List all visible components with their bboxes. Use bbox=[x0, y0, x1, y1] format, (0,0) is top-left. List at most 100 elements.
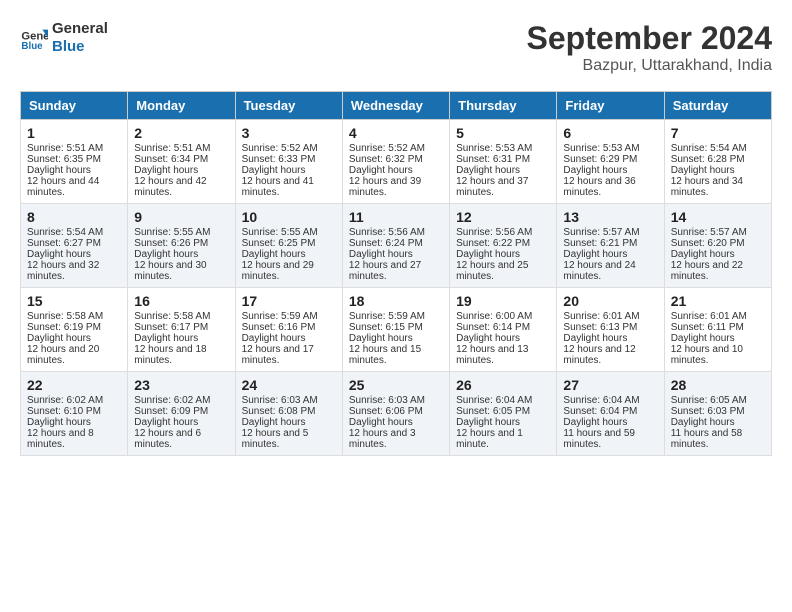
daylight-text: Daylight hours bbox=[134, 165, 198, 176]
day-sunset: Sunset: 6:35 PM bbox=[27, 154, 101, 165]
header-monday: Monday bbox=[128, 92, 235, 120]
calendar-week-row: 15 Sunrise: 5:58 AM Sunset: 6:19 PM Dayl… bbox=[21, 288, 772, 372]
day-sunrise: Sunrise: 6:05 AM bbox=[671, 395, 747, 406]
daylight-duration: 12 hours and 10 minutes. bbox=[671, 344, 743, 366]
day-sunset: Sunset: 6:11 PM bbox=[671, 322, 744, 333]
calendar-day-6: 6 Sunrise: 5:53 AM Sunset: 6:29 PM Dayli… bbox=[557, 120, 664, 204]
day-number: 6 bbox=[563, 125, 657, 141]
calendar-day-26: 26 Sunrise: 6:04 AM Sunset: 6:05 PM Dayl… bbox=[450, 372, 557, 456]
calendar-day-22: 22 Sunrise: 6:02 AM Sunset: 6:10 PM Dayl… bbox=[21, 372, 128, 456]
daylight-text: Daylight hours bbox=[671, 333, 735, 344]
header-sunday: Sunday bbox=[21, 92, 128, 120]
calendar-week-row: 1 Sunrise: 5:51 AM Sunset: 6:35 PM Dayli… bbox=[21, 120, 772, 204]
daylight-duration: 12 hours and 15 minutes. bbox=[349, 344, 421, 366]
day-number: 28 bbox=[671, 377, 765, 393]
daylight-duration: 12 hours and 18 minutes. bbox=[134, 344, 206, 366]
day-sunset: Sunset: 6:34 PM bbox=[134, 154, 208, 165]
day-sunset: Sunset: 6:22 PM bbox=[456, 238, 530, 249]
calendar-day-23: 23 Sunrise: 6:02 AM Sunset: 6:09 PM Dayl… bbox=[128, 372, 235, 456]
daylight-text: Daylight hours bbox=[349, 417, 413, 428]
calendar-day-15: 15 Sunrise: 5:58 AM Sunset: 6:19 PM Dayl… bbox=[21, 288, 128, 372]
day-number: 21 bbox=[671, 293, 765, 309]
day-sunset: Sunset: 6:05 PM bbox=[456, 406, 530, 417]
day-sunset: Sunset: 6:33 PM bbox=[242, 154, 316, 165]
calendar-week-row: 8 Sunrise: 5:54 AM Sunset: 6:27 PM Dayli… bbox=[21, 204, 772, 288]
day-sunset: Sunset: 6:15 PM bbox=[349, 322, 423, 333]
day-number: 25 bbox=[349, 377, 443, 393]
daylight-text: Daylight hours bbox=[563, 165, 627, 176]
day-sunrise: Sunrise: 5:54 AM bbox=[27, 227, 103, 238]
daylight-duration: 12 hours and 8 minutes. bbox=[27, 428, 94, 450]
calendar-day-7: 7 Sunrise: 5:54 AM Sunset: 6:28 PM Dayli… bbox=[664, 120, 771, 204]
day-sunset: Sunset: 6:03 PM bbox=[671, 406, 745, 417]
daylight-duration: 12 hours and 29 minutes. bbox=[242, 260, 314, 282]
day-sunrise: Sunrise: 5:51 AM bbox=[134, 143, 210, 154]
day-sunrise: Sunrise: 6:02 AM bbox=[27, 395, 103, 406]
day-sunrise: Sunrise: 5:55 AM bbox=[134, 227, 210, 238]
calendar-day-9: 9 Sunrise: 5:55 AM Sunset: 6:26 PM Dayli… bbox=[128, 204, 235, 288]
day-sunrise: Sunrise: 5:52 AM bbox=[349, 143, 425, 154]
day-sunset: Sunset: 6:13 PM bbox=[563, 322, 637, 333]
daylight-duration: 12 hours and 6 minutes. bbox=[134, 428, 201, 450]
day-number: 27 bbox=[563, 377, 657, 393]
day-sunset: Sunset: 6:28 PM bbox=[671, 154, 745, 165]
logo-line1: General bbox=[52, 20, 108, 38]
daylight-text: Daylight hours bbox=[242, 165, 306, 176]
calendar-day-11: 11 Sunrise: 5:56 AM Sunset: 6:24 PM Dayl… bbox=[342, 204, 449, 288]
calendar-day-14: 14 Sunrise: 5:57 AM Sunset: 6:20 PM Dayl… bbox=[664, 204, 771, 288]
calendar-day-3: 3 Sunrise: 5:52 AM Sunset: 6:33 PM Dayli… bbox=[235, 120, 342, 204]
day-sunrise: Sunrise: 5:59 AM bbox=[242, 311, 318, 322]
daylight-text: Daylight hours bbox=[134, 249, 198, 260]
day-sunset: Sunset: 6:25 PM bbox=[242, 238, 316, 249]
daylight-text: Daylight hours bbox=[456, 417, 520, 428]
day-sunrise: Sunrise: 6:03 AM bbox=[349, 395, 425, 406]
day-number: 2 bbox=[134, 125, 228, 141]
day-sunset: Sunset: 6:20 PM bbox=[671, 238, 745, 249]
daylight-text: Daylight hours bbox=[27, 333, 91, 344]
calendar-subtitle: Bazpur, Uttarakhand, India bbox=[527, 57, 772, 75]
daylight-duration: 12 hours and 20 minutes. bbox=[27, 344, 99, 366]
day-sunrise: Sunrise: 6:01 AM bbox=[563, 311, 639, 322]
daylight-text: Daylight hours bbox=[456, 165, 520, 176]
day-number: 19 bbox=[456, 293, 550, 309]
day-sunset: Sunset: 6:04 PM bbox=[563, 406, 637, 417]
day-number: 14 bbox=[671, 209, 765, 225]
day-number: 8 bbox=[27, 209, 121, 225]
calendar-day-24: 24 Sunrise: 6:03 AM Sunset: 6:08 PM Dayl… bbox=[235, 372, 342, 456]
daylight-text: Daylight hours bbox=[671, 417, 735, 428]
calendar-day-18: 18 Sunrise: 5:59 AM Sunset: 6:15 PM Dayl… bbox=[342, 288, 449, 372]
daylight-duration: 12 hours and 25 minutes. bbox=[456, 260, 528, 282]
daylight-text: Daylight hours bbox=[456, 249, 520, 260]
day-number: 24 bbox=[242, 377, 336, 393]
daylight-duration: 12 hours and 41 minutes. bbox=[242, 176, 314, 198]
daylight-duration: 12 hours and 44 minutes. bbox=[27, 176, 99, 198]
calendar-day-16: 16 Sunrise: 5:58 AM Sunset: 6:17 PM Dayl… bbox=[128, 288, 235, 372]
daylight-text: Daylight hours bbox=[563, 333, 627, 344]
daylight-text: Daylight hours bbox=[242, 249, 306, 260]
day-sunset: Sunset: 6:08 PM bbox=[242, 406, 316, 417]
calendar-day-12: 12 Sunrise: 5:56 AM Sunset: 6:22 PM Dayl… bbox=[450, 204, 557, 288]
daylight-duration: 12 hours and 17 minutes. bbox=[242, 344, 314, 366]
day-number: 23 bbox=[134, 377, 228, 393]
day-sunrise: Sunrise: 5:56 AM bbox=[349, 227, 425, 238]
day-sunrise: Sunrise: 6:02 AM bbox=[134, 395, 210, 406]
day-sunset: Sunset: 6:16 PM bbox=[242, 322, 316, 333]
day-number: 20 bbox=[563, 293, 657, 309]
calendar-day-4: 4 Sunrise: 5:52 AM Sunset: 6:32 PM Dayli… bbox=[342, 120, 449, 204]
daylight-text: Daylight hours bbox=[134, 417, 198, 428]
daylight-text: Daylight hours bbox=[242, 333, 306, 344]
calendar-day-13: 13 Sunrise: 5:57 AM Sunset: 6:21 PM Dayl… bbox=[557, 204, 664, 288]
day-number: 13 bbox=[563, 209, 657, 225]
daylight-text: Daylight hours bbox=[349, 165, 413, 176]
svg-text:Blue: Blue bbox=[21, 41, 43, 52]
daylight-text: Daylight hours bbox=[349, 333, 413, 344]
header-friday: Friday bbox=[557, 92, 664, 120]
day-sunset: Sunset: 6:14 PM bbox=[456, 322, 530, 333]
day-sunrise: Sunrise: 5:58 AM bbox=[27, 311, 103, 322]
daylight-text: Daylight hours bbox=[134, 333, 198, 344]
day-sunrise: Sunrise: 6:00 AM bbox=[456, 311, 532, 322]
day-sunset: Sunset: 6:26 PM bbox=[134, 238, 208, 249]
day-sunrise: Sunrise: 5:59 AM bbox=[349, 311, 425, 322]
daylight-duration: 12 hours and 39 minutes. bbox=[349, 176, 421, 198]
calendar-day-27: 27 Sunrise: 6:04 AM Sunset: 6:04 PM Dayl… bbox=[557, 372, 664, 456]
